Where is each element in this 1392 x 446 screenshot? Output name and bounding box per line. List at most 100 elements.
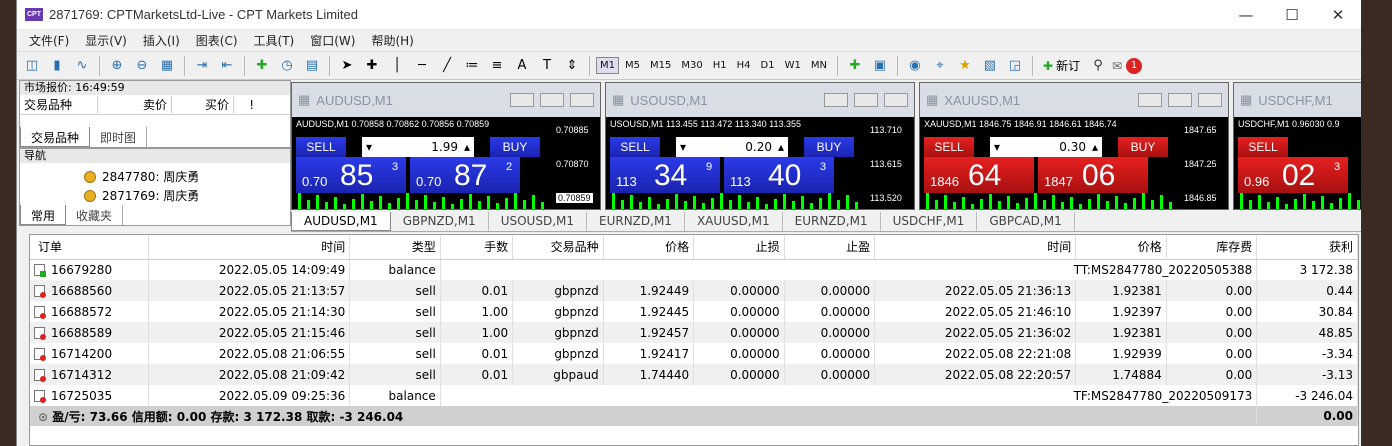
column-header[interactable]: 价格 xyxy=(1076,235,1167,259)
terminal-icon[interactable]: ▧ xyxy=(979,55,1001,77)
lot-up-icon[interactable]: ▴ xyxy=(464,140,470,154)
lot-up-icon[interactable]: ▴ xyxy=(778,140,784,154)
close-icon[interactable] xyxy=(570,93,594,107)
indicators-icon[interactable]: ✚ xyxy=(251,55,273,77)
buy-button[interactable]: BUY xyxy=(490,137,540,157)
timeframe-m30[interactable]: M30 xyxy=(677,57,706,74)
buy-price[interactable]: 113403 xyxy=(724,157,834,193)
timeframe-m1[interactable]: M1 xyxy=(596,57,619,74)
column-header[interactable]: 手数 xyxy=(440,235,512,259)
timeframe-m15[interactable]: M15 xyxy=(646,57,675,74)
vertical-line-icon[interactable]: │ xyxy=(386,55,408,77)
sell-price[interactable]: 0.96023 xyxy=(1238,157,1348,193)
trendline-icon[interactable]: ╱ xyxy=(436,55,458,77)
fibo-icon[interactable]: ≡ xyxy=(486,55,508,77)
horizontal-line-icon[interactable]: ─ xyxy=(411,55,433,77)
lot-down-icon[interactable]: ▾ xyxy=(994,140,1000,154)
sell-button[interactable]: SELL xyxy=(296,137,346,157)
sell-button[interactable]: SELL xyxy=(610,137,660,157)
col-bid[interactable]: 卖价 xyxy=(98,96,172,113)
zoom-in-icon[interactable]: ⊕ xyxy=(106,55,128,77)
data-window-icon[interactable]: ⌖ xyxy=(929,55,951,77)
menu-item[interactable]: 图表(C) xyxy=(188,32,246,49)
zoom-out-icon[interactable]: ⊖ xyxy=(131,55,153,77)
text-icon[interactable]: A xyxy=(511,55,533,77)
chart-tab[interactable]: XAUUSD,M1 xyxy=(685,212,783,231)
lot-stepper[interactable]: ▾0.20▴ xyxy=(676,137,788,157)
account-item[interactable]: 2847780: 周庆勇 xyxy=(20,167,290,186)
column-header[interactable]: 获利 xyxy=(1257,235,1358,259)
tab-favorites[interactable]: 收藏夹 xyxy=(66,205,123,225)
new-order-button[interactable]: ✚新订 xyxy=(1039,57,1084,74)
buy-price[interactable]: 0.70872 xyxy=(410,157,520,193)
maximize-icon[interactable] xyxy=(1168,93,1192,107)
sell-button[interactable]: SELL xyxy=(1238,137,1288,157)
search-icon[interactable]: ⚲ xyxy=(1087,55,1109,77)
timeframe-h4[interactable]: H4 xyxy=(733,57,755,74)
chart-tab[interactable]: GBPNZD,M1 xyxy=(391,212,489,231)
notifications[interactable]: ✉1 xyxy=(1112,58,1142,74)
table-row[interactable]: 166885892022.05.05 21:15:46sell1.00gbpnz… xyxy=(30,322,1358,343)
column-header[interactable]: 库存费 xyxy=(1166,235,1257,259)
close-icon[interactable] xyxy=(884,93,908,107)
menu-item[interactable]: 窗口(W) xyxy=(302,32,363,49)
tile-windows-icon[interactable]: ▦ xyxy=(156,55,178,77)
col-symbol[interactable]: 交易品种 xyxy=(20,96,98,113)
bar-chart-icon[interactable]: ◫ xyxy=(21,55,43,77)
cursor-icon[interactable]: ➤ xyxy=(336,55,358,77)
col-ask[interactable]: 买价 xyxy=(172,96,234,113)
chart-tab[interactable]: EURNZD,M1 xyxy=(587,212,685,231)
table-row[interactable]: 167142002022.05.08 21:06:55sell0.01gbpnz… xyxy=(30,343,1358,364)
column-header[interactable]: 交易品种 xyxy=(513,235,604,259)
column-header[interactable]: 价格 xyxy=(603,235,694,259)
maximize-icon[interactable] xyxy=(854,93,878,107)
chart-tab[interactable]: USOUSD,M1 xyxy=(489,212,587,231)
vertical-scrollbar[interactable] xyxy=(1360,235,1361,446)
label-icon[interactable]: T xyxy=(536,55,558,77)
table-row[interactable]: 166885602022.05.05 21:13:57sell0.01gbpnz… xyxy=(30,280,1358,301)
timeframe-m5[interactable]: M5 xyxy=(621,57,644,74)
column-header[interactable]: 止盈 xyxy=(784,235,875,259)
tab-common[interactable]: 常用 xyxy=(20,205,66,225)
lot-stepper[interactable]: ▾1.99▴ xyxy=(362,137,474,157)
menu-item[interactable]: 工具(T) xyxy=(246,32,303,49)
maximize-icon[interactable]: ☐ xyxy=(1269,6,1315,24)
column-header[interactable]: 止损 xyxy=(694,235,785,259)
close-icon[interactable]: ✕ xyxy=(1315,6,1361,24)
chart-tab[interactable]: EURNZD,M1 xyxy=(783,212,881,231)
timeframe-w1[interactable]: W1 xyxy=(781,57,805,74)
lot-down-icon[interactable]: ▾ xyxy=(366,140,372,154)
menu-item[interactable]: 显示(V) xyxy=(77,32,135,49)
tab-tick-chart[interactable]: 即时图 xyxy=(90,127,147,147)
profiles-icon[interactable]: ▣ xyxy=(869,55,891,77)
sell-price[interactable]: 184664 xyxy=(924,157,1034,193)
new-chart-icon[interactable]: ✚ xyxy=(844,55,866,77)
autoscroll-icon[interactable]: ⇥ xyxy=(191,55,213,77)
chart-tab[interactable]: GBPCAD,M1 xyxy=(977,212,1074,231)
minimize-icon[interactable] xyxy=(824,93,848,107)
timeframe-h1[interactable]: H1 xyxy=(709,57,731,74)
line-chart-icon[interactable]: ∿ xyxy=(71,55,93,77)
table-row[interactable]: 166792802022.05.05 14:09:49balanceTT:MS2… xyxy=(30,259,1358,280)
buy-price[interactable]: 184706 xyxy=(1038,157,1148,193)
minimize-icon[interactable]: — xyxy=(1223,6,1269,24)
menu-item[interactable]: 插入(I) xyxy=(135,32,188,49)
lot-stepper[interactable]: ▾0.30▴ xyxy=(990,137,1102,157)
column-header[interactable]: 时间 xyxy=(149,235,350,259)
close-icon[interactable] xyxy=(1198,93,1222,107)
periods-icon[interactable]: ◷ xyxy=(276,55,298,77)
menu-item[interactable]: 文件(F) xyxy=(21,32,77,49)
arrows-icon[interactable]: ⇕ xyxy=(561,55,583,77)
chart-shift-icon[interactable]: ⇤ xyxy=(216,55,238,77)
navigator-icon[interactable]: ★ xyxy=(954,55,976,77)
candle-chart-icon[interactable]: ▮ xyxy=(46,55,68,77)
minimize-icon[interactable] xyxy=(1138,93,1162,107)
table-row[interactable]: 167250352022.05.09 09:25:36balanceTF:MS2… xyxy=(30,385,1358,406)
channel-icon[interactable]: ≔ xyxy=(461,55,483,77)
crosshair-icon[interactable]: ✚ xyxy=(361,55,383,77)
table-row[interactable]: 166885722022.05.05 21:14:30sell1.00gbpnz… xyxy=(30,301,1358,322)
chart-tab[interactable]: USDCHF,M1 xyxy=(881,212,978,231)
buy-button[interactable]: BUY xyxy=(1118,137,1168,157)
market-watch-icon[interactable]: ◉ xyxy=(904,55,926,77)
timeframe-mn[interactable]: MN xyxy=(807,57,831,74)
